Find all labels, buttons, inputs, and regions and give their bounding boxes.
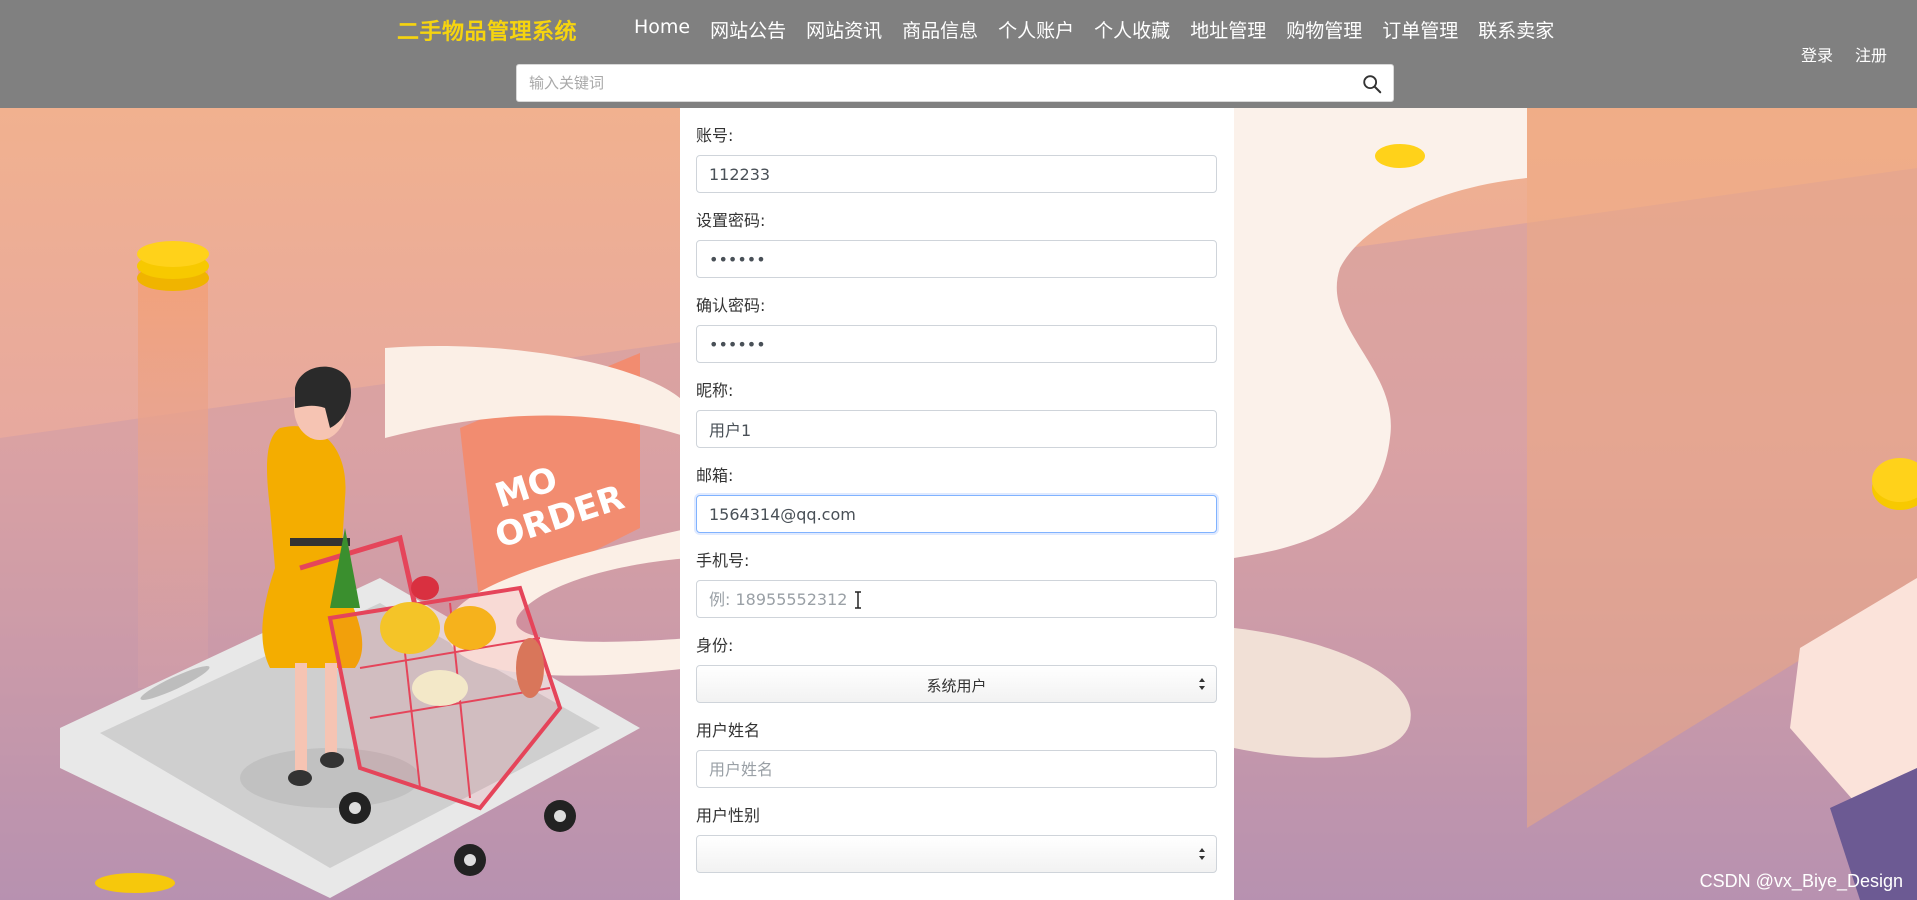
nav-home[interactable]: Home [624, 16, 700, 43]
email-input[interactable] [696, 495, 1217, 533]
watermark-text: CSDN @vx_Biye_Design [1699, 871, 1903, 891]
text-cursor-icon [855, 591, 861, 609]
nav-favorites[interactable]: 个人收藏 [1084, 16, 1180, 43]
nav-products[interactable]: 商品信息 [892, 16, 988, 43]
identity-select[interactable]: 系统用户 [696, 665, 1217, 703]
phone-label: 手机号: [696, 551, 750, 570]
pillar-left [138, 268, 208, 688]
nav-orders[interactable]: 订单管理 [1372, 16, 1468, 43]
nav-announcements[interactable]: 网站公告 [700, 16, 796, 43]
identity-select-value: 系统用户 [926, 677, 987, 695]
gender-label: 用户性别 [696, 806, 761, 825]
email-label: 邮箱: [696, 466, 734, 485]
username-input[interactable] [696, 750, 1217, 788]
select-updown-icon [1199, 848, 1205, 860]
nickname-input[interactable] [696, 410, 1217, 448]
gender-select[interactable] [696, 835, 1217, 873]
login-link[interactable]: 登录 [1801, 42, 1833, 66]
confirm-password-input[interactable] [696, 325, 1217, 363]
identity-label: 身份: [696, 636, 734, 655]
account-label: 账号: [696, 126, 734, 145]
search-input[interactable] [517, 65, 1361, 101]
nav-addresses[interactable]: 地址管理 [1180, 16, 1276, 43]
nav-account[interactable]: 个人账户 [988, 16, 1084, 43]
register-link[interactable]: 注册 [1855, 42, 1887, 66]
password-label: 设置密码: [696, 211, 766, 230]
search-icon[interactable] [1361, 73, 1383, 95]
top-navbar: 二手物品管理系统 Home 网站公告 网站资讯 商品信息 个人账户 个人收藏 地… [0, 0, 1917, 108]
main-nav: Home 网站公告 网站资讯 商品信息 个人账户 个人收藏 地址管理 购物管理 … [624, 16, 1564, 43]
select-updown-icon [1199, 678, 1205, 690]
confirm-password-label: 确认密码: [696, 296, 766, 315]
nav-contact-seller[interactable]: 联系卖家 [1468, 16, 1564, 43]
password-input[interactable] [696, 240, 1217, 278]
phone-input[interactable] [696, 580, 1217, 618]
nav-news[interactable]: 网站资讯 [796, 16, 892, 43]
search-bar [516, 64, 1394, 102]
site-brand[interactable]: 二手物品管理系统 [397, 14, 577, 46]
username-label: 用户姓名 [696, 721, 761, 740]
registration-form: 账号: 设置密码: 确认密码: 昵称: 邮箱: 手机号: 身份: 系统用户 用户… [680, 108, 1234, 900]
auth-links: 登录 注册 [1801, 42, 1887, 66]
nickname-label: 昵称: [696, 381, 734, 400]
account-input[interactable] [696, 155, 1217, 193]
nav-shopping[interactable]: 购物管理 [1276, 16, 1372, 43]
